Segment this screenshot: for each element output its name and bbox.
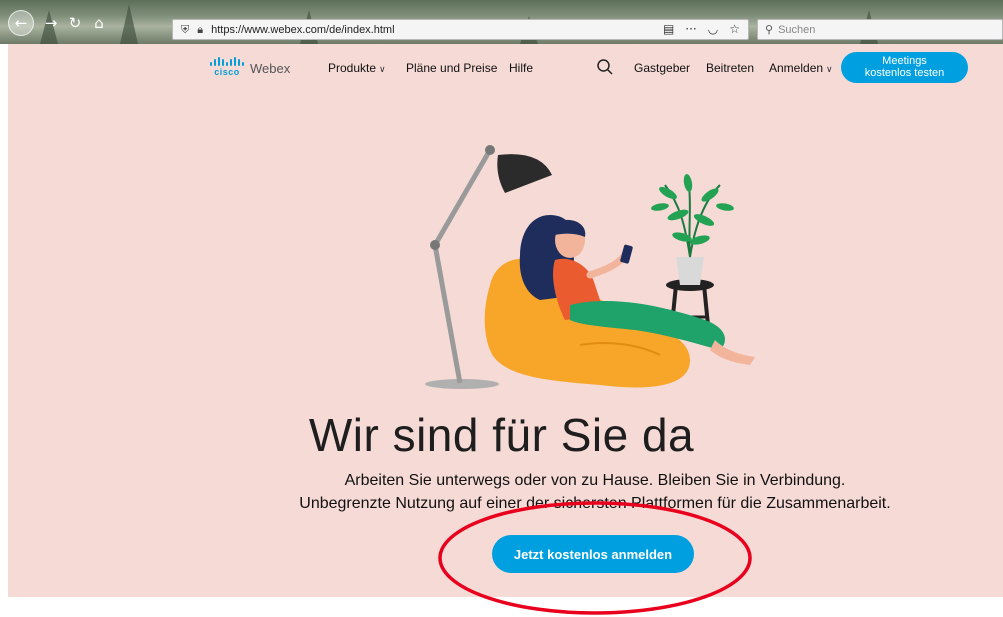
browser-toolbar: ← → ↻ ⌂ ⛨ 🔒︎ https://www.webex.com/de/in… <box>0 0 1003 44</box>
reader-icon[interactable]: ▤ <box>663 22 674 36</box>
screen: ← → ↻ ⌂ ⛨ 🔒︎ https://www.webex.com/de/in… <box>0 0 1003 617</box>
hero-subtitle-line1: Arbeiten Sie unterwegs oder von zu Hause… <box>344 472 846 489</box>
tree-decoration <box>120 4 138 44</box>
nav-produkte-label: Produkte <box>328 61 377 75</box>
meetings-trial-line2: kostenlos testen <box>864 67 945 79</box>
cisco-logo-icon: cisco <box>210 57 244 77</box>
browser-search-input[interactable]: ⚲ Suchen <box>757 19 1003 40</box>
reload-icon[interactable]: ↻ <box>64 12 86 34</box>
chevron-down-icon: ∨ <box>379 65 386 75</box>
nav-anmelden[interactable]: Anmelden ∨ <box>769 61 833 75</box>
search-icon: ⚲ <box>765 23 774 36</box>
chevron-down-icon: ∨ <box>826 65 833 75</box>
shield-icon[interactable]: ⛨ <box>181 23 189 37</box>
nav-anmelden-label: Anmelden <box>769 61 824 75</box>
cisco-wordmark: cisco <box>214 67 240 77</box>
forward-icon[interactable]: → <box>40 12 62 34</box>
star-icon[interactable]: ☆ <box>729 22 740 36</box>
annotation-circle <box>438 501 752 615</box>
nav-hilfe[interactable]: Hilfe <box>509 61 533 75</box>
webex-logo[interactable]: cisco Webex <box>210 57 290 77</box>
hero-title: Wir sind für Sie da <box>308 409 695 461</box>
home-icon[interactable]: ⌂ <box>88 12 110 34</box>
nav-produkte[interactable]: Produkte ∨ <box>328 61 386 75</box>
search-placeholder: Suchen <box>778 23 816 36</box>
nav-gastgeber[interactable]: Gastgeber <box>634 61 690 75</box>
more-icon[interactable]: ··· <box>685 22 696 36</box>
nav-plaene-und-preise[interactable]: Pläne und Preise <box>406 61 497 75</box>
meetings-trial-line1: Meetings <box>882 55 927 67</box>
back-icon[interactable]: ← <box>8 10 34 36</box>
url-text[interactable]: https://www.webex.com/de/index.html <box>211 24 394 36</box>
hero-illustration <box>425 145 755 389</box>
webex-wordmark: Webex <box>250 61 291 76</box>
meetings-trial-button[interactable]: Meetings kostenlos testen <box>841 52 968 83</box>
site-search-icon[interactable] <box>596 58 614 76</box>
lock-icon[interactable]: 🔒︎ <box>197 23 203 37</box>
nav-beitreten[interactable]: Beitreten <box>706 61 754 75</box>
pocket-icon[interactable]: ◡ <box>708 22 718 36</box>
address-bar[interactable]: ⛨ 🔒︎ https://www.webex.com/de/index.html… <box>172 19 749 40</box>
